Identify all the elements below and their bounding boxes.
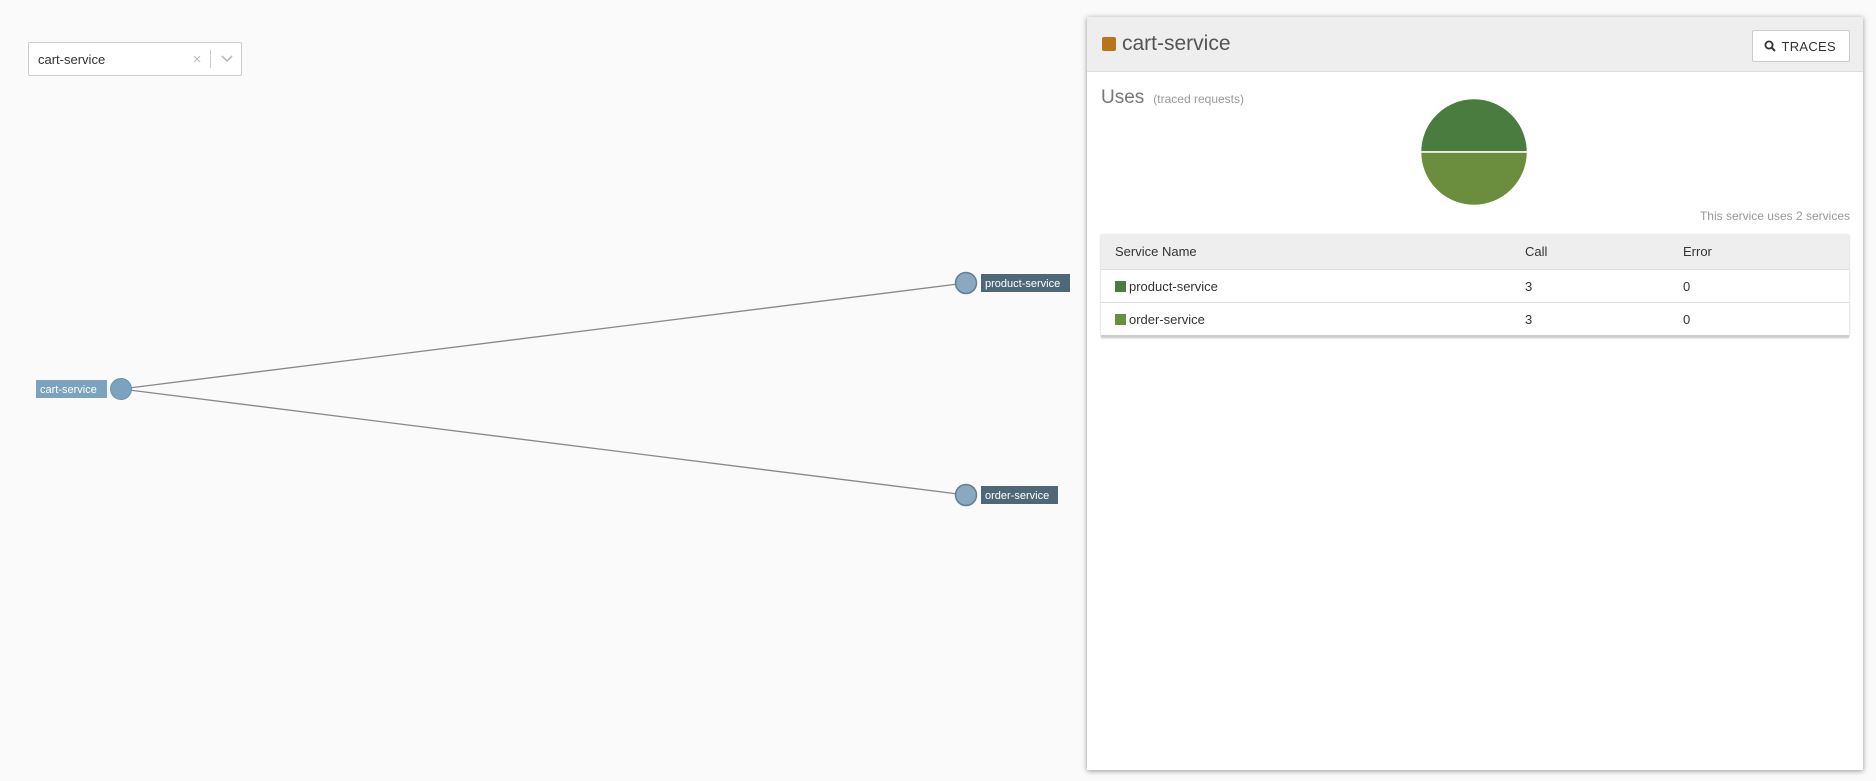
service-name: order-service — [1129, 311, 1205, 327]
uses-subtitle: (traced requests) — [1153, 92, 1244, 106]
pie-slice-order-service[interactable] — [1419, 151, 1529, 207]
service-color-swatch — [1115, 313, 1126, 325]
table-row[interactable]: order-service 3 0 — [1101, 302, 1849, 337]
graph-edge — [120, 388, 967, 496]
traces-button[interactable]: TRACES — [1752, 30, 1850, 62]
graph-node-product-service[interactable]: product-service — [954, 271, 1071, 295]
service-graph-page: cart-service × cart-service product-serv… — [0, 0, 1876, 781]
used-services-table: Service Name Call Error product-service … — [1101, 234, 1849, 337]
table-row[interactable]: product-service 3 0 — [1101, 269, 1849, 303]
service-name-cell: order-service — [1101, 302, 1511, 337]
dependency-graph: cart-service product-service order-servi… — [36, 271, 1071, 507]
panel-title: cart-service — [1122, 32, 1231, 55]
node-circle[interactable] — [954, 271, 978, 295]
service-name-cell: product-service — [1101, 269, 1511, 303]
uses-summary: This service uses 2 services — [1699, 209, 1850, 223]
traces-button-label: TRACES — [1781, 38, 1836, 54]
panel-header: cart-service TRACES — [1087, 17, 1863, 72]
table-header-row: Service Name Call Error — [1101, 234, 1849, 270]
service-color-swatch — [1102, 37, 1116, 51]
error-count-cell: 0 — [1669, 269, 1849, 303]
column-header-service-name[interactable]: Service Name — [1101, 234, 1511, 270]
pie-slice-product-service[interactable] — [1419, 97, 1529, 153]
uses-heading: Uses (traced requests) — [1101, 87, 1244, 109]
graph-node-cart-service[interactable]: cart-service — [36, 378, 132, 400]
graph-edge — [120, 282, 967, 390]
call-count-cell: 3 — [1511, 302, 1669, 337]
node-label: product-service — [985, 278, 1060, 290]
call-count-cell: 3 — [1511, 269, 1669, 303]
column-header-call[interactable]: Call — [1511, 234, 1669, 270]
graph-node-order-service[interactable]: order-service — [954, 483, 1059, 507]
node-circle[interactable] — [110, 378, 132, 400]
column-header-error[interactable]: Error — [1669, 234, 1849, 270]
node-circle[interactable] — [954, 483, 978, 507]
service-name: product-service — [1129, 278, 1218, 294]
uses-pie-chart — [1419, 97, 1529, 207]
uses-title: Uses — [1101, 87, 1145, 108]
search-icon — [1764, 40, 1777, 52]
service-detail-panel: cart-service TRACES Uses (traced request… — [1087, 17, 1863, 770]
error-count-cell: 0 — [1669, 302, 1849, 337]
node-label: cart-service — [40, 384, 97, 396]
node-label: order-service — [985, 490, 1049, 502]
service-color-swatch — [1115, 280, 1126, 292]
